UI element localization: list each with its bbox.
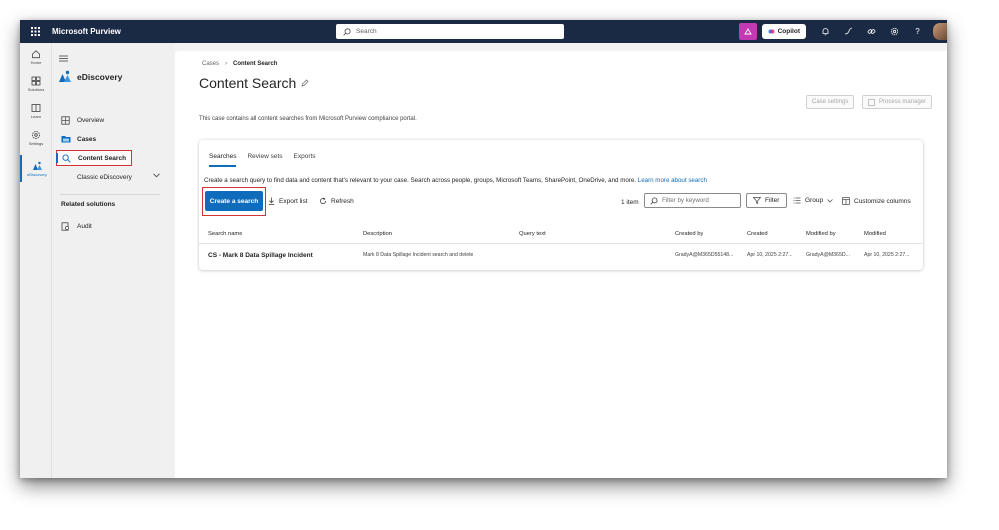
export-list-button[interactable]: Export list xyxy=(268,197,308,205)
group-list-icon xyxy=(793,197,801,204)
tab-list: Searches Review sets Exports xyxy=(209,153,327,167)
overview-icon xyxy=(61,115,75,125)
page-title: Content Search xyxy=(199,75,309,91)
row-created: Apr 10, 2025 2:27... xyxy=(747,252,793,258)
ediscovery-icon xyxy=(32,161,42,170)
user-avatar[interactable] xyxy=(933,23,947,40)
create-search-highlight: Create a search xyxy=(202,187,266,216)
download-icon xyxy=(268,197,275,205)
help-icon[interactable]: ? xyxy=(906,20,929,43)
row-modified-by: GradyA@M365D... xyxy=(806,252,850,258)
column-header-search-name[interactable]: Search name xyxy=(208,224,242,244)
filter-button[interactable]: Filter xyxy=(746,193,787,208)
book-icon xyxy=(31,103,41,112)
searches-card: Searches Review sets Exports Create a se… xyxy=(199,140,923,270)
rail-item-solutions[interactable]: Solutions xyxy=(20,70,52,97)
nav-item-audit[interactable]: Audit xyxy=(56,218,168,234)
app-title[interactable]: Microsoft Purview xyxy=(52,27,121,36)
column-header-created[interactable]: Created xyxy=(747,224,768,244)
related-solutions-heading: Related solutions xyxy=(61,201,116,208)
nav-item-overview[interactable]: Overview xyxy=(56,112,168,128)
collapse-nav-icon[interactable] xyxy=(59,49,68,67)
rail-item-settings[interactable]: Settings xyxy=(20,124,52,151)
table-header: Search name Description Query text Creat… xyxy=(199,224,923,244)
top-bar: Microsoft Purview Search Copilot ? xyxy=(20,20,947,43)
breadcrumb: Cases › Content Search xyxy=(202,61,277,67)
group-button[interactable]: Group xyxy=(793,197,837,204)
copilot-icon xyxy=(768,29,775,34)
navigation-pane: eDiscovery Overview Cases Content Search… xyxy=(52,43,174,478)
folder-icon xyxy=(61,135,75,143)
column-header-modified[interactable]: Modified xyxy=(864,224,886,244)
notifications-bell-icon[interactable] xyxy=(814,20,837,43)
column-header-modified-by[interactable]: Modified by xyxy=(806,224,836,244)
audit-icon xyxy=(61,221,75,231)
main-content: Cases › Content Search Content Search Th… xyxy=(175,51,947,478)
process-icon xyxy=(868,98,875,106)
row-description: Mark 8 Data Spillage Incident search and… xyxy=(363,252,474,258)
nav-divider xyxy=(60,194,160,195)
customize-columns-button[interactable]: Customize columns xyxy=(842,197,911,205)
refresh-icon xyxy=(320,197,327,205)
column-header-description[interactable]: Description xyxy=(363,224,392,244)
nav-item-classic-ediscovery[interactable]: Classic eDiscovery xyxy=(56,169,168,185)
settings-gear-icon[interactable] xyxy=(883,20,906,43)
left-rail: Home Solutions Learn Settings eDiscovery xyxy=(20,43,52,478)
row-modified: Apr 10, 2025 2:27... xyxy=(864,252,910,258)
link-icon[interactable] xyxy=(860,20,883,43)
create-search-button[interactable]: Create a search xyxy=(205,191,263,211)
nav-item-cases[interactable]: Cases xyxy=(56,131,168,147)
rail-item-home[interactable]: Home xyxy=(20,43,52,70)
gear-icon xyxy=(32,130,40,139)
breadcrumb-cases-link[interactable]: Cases xyxy=(202,61,219,67)
global-search-input[interactable]: Search xyxy=(336,24,564,39)
chevron-down-icon xyxy=(827,198,833,202)
rail-item-ediscovery[interactable]: eDiscovery xyxy=(20,155,52,182)
ediscovery-logo-icon xyxy=(59,70,71,82)
table-row[interactable]: CS - Mark 8 Data Spillage Incident Mark … xyxy=(199,245,923,265)
tab-review-sets[interactable]: Review sets xyxy=(247,153,282,167)
search-icon xyxy=(343,27,351,36)
app-window: Microsoft Purview Search Copilot ? Home … xyxy=(20,20,947,478)
search-icon xyxy=(650,197,658,205)
nav-item-content-search[interactable]: Content Search xyxy=(56,150,132,166)
page-subtitle: This case contains all content searches … xyxy=(199,116,417,122)
filter-keyword-input[interactable]: Filter by keyword xyxy=(644,193,741,208)
app-launcher-icon[interactable] xyxy=(26,23,44,41)
filter-icon xyxy=(753,197,761,204)
row-created-by: GradyA@M365D55148... xyxy=(675,252,734,258)
learn-more-link[interactable]: Learn more about search xyxy=(638,177,707,184)
grid-icon xyxy=(31,76,41,85)
copilot-button[interactable]: Copilot xyxy=(761,24,806,39)
nav-title: eDiscovery xyxy=(58,70,122,83)
activity-icon[interactable] xyxy=(837,20,860,43)
columns-icon xyxy=(842,197,850,205)
copilot-app-button[interactable] xyxy=(738,23,757,40)
searches-description: Create a search query to find data and c… xyxy=(204,177,707,184)
breadcrumb-separator-icon: › xyxy=(225,61,228,67)
column-header-query-text[interactable]: Query text xyxy=(519,224,546,244)
rail-item-learn[interactable]: Learn xyxy=(20,97,52,124)
tab-exports[interactable]: Exports xyxy=(294,153,316,167)
breadcrumb-current: Content Search xyxy=(233,61,278,67)
edit-pencil-icon[interactable] xyxy=(301,79,309,87)
item-count: 1 item xyxy=(621,199,639,206)
row-search-name[interactable]: CS - Mark 8 Data Spillage Incident xyxy=(208,245,313,265)
process-manager-button[interactable]: Process manager xyxy=(862,95,933,109)
search-icon xyxy=(62,153,76,163)
home-icon xyxy=(32,49,40,58)
refresh-button[interactable]: Refresh xyxy=(319,197,354,205)
case-settings-button[interactable]: Case settings xyxy=(806,95,855,109)
search-placeholder: Search xyxy=(356,28,377,35)
tab-searches[interactable]: Searches xyxy=(209,153,237,167)
chevron-down-icon xyxy=(153,173,160,180)
column-header-created-by[interactable]: Created by xyxy=(675,224,703,244)
